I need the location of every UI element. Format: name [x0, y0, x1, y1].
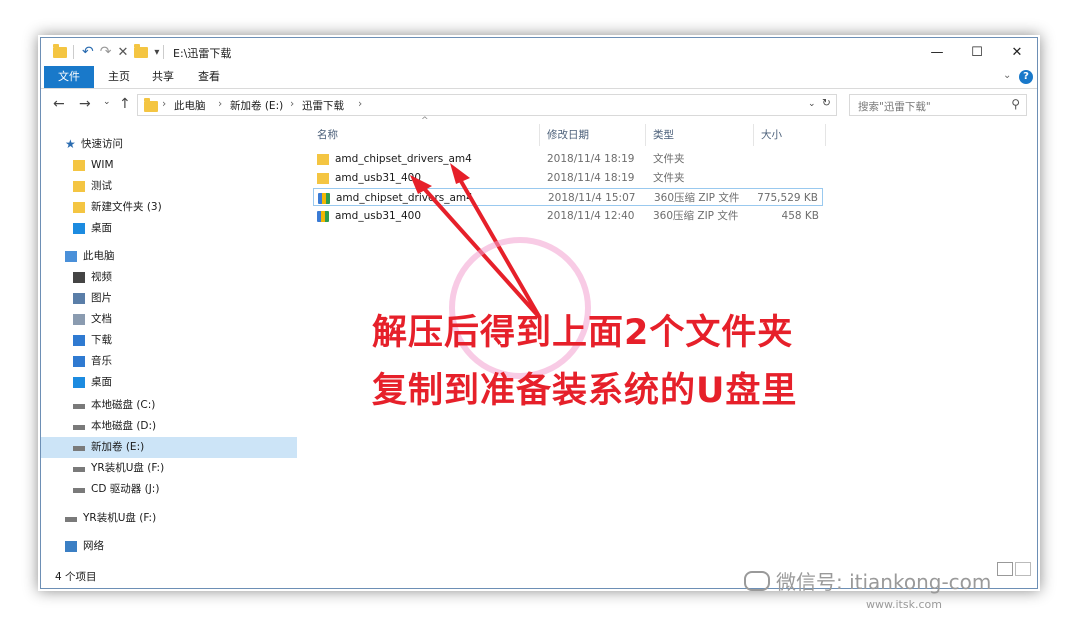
annotation-line-1: 解压后得到上面2个文件夹	[372, 313, 794, 353]
annotation-line-2: 复制到准备装系统的U盘里	[372, 371, 798, 411]
arrow-to-folder-1	[456, 174, 542, 320]
wechat-watermark: 微信号: itiankong-com	[744, 566, 991, 595]
site-watermark: www.itsk.com	[866, 598, 942, 611]
wechat-icon	[744, 571, 770, 591]
